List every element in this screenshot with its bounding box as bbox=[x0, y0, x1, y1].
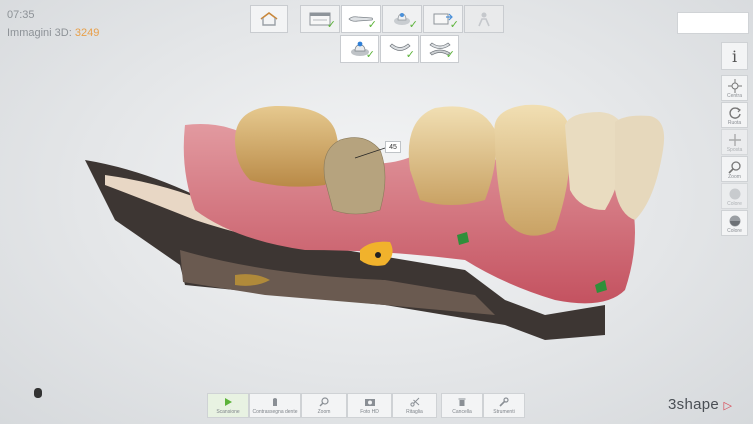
move-icon bbox=[728, 134, 741, 146]
check-icon: ✓ bbox=[405, 49, 415, 61]
check-icon: ✓ bbox=[449, 19, 459, 31]
step-patient[interactable] bbox=[464, 5, 504, 33]
substep-antagonist[interactable]: ✓ bbox=[380, 35, 419, 63]
3d-scan-model[interactable] bbox=[85, 100, 685, 350]
scan-marker-dot bbox=[375, 252, 381, 258]
color-label: Colore bbox=[727, 228, 742, 234]
tooth-number-label: 45 bbox=[385, 141, 401, 153]
brand-triangle-icon: ▷ bbox=[723, 400, 733, 412]
zoom-tool-button[interactable]: Zoom bbox=[301, 393, 347, 418]
patient-name-box bbox=[677, 12, 749, 34]
check-icon: ✓ bbox=[367, 19, 377, 31]
trim-label: Ritaglia bbox=[406, 409, 423, 415]
mark-tooth-button[interactable]: Contrassegna dente bbox=[249, 393, 301, 418]
color-label: Colore bbox=[727, 201, 742, 207]
scan-tools-group: Scansione Contrassegna dente Zoom Foto H… bbox=[207, 393, 437, 418]
color-button[interactable]: Colore bbox=[721, 210, 748, 236]
substep-preparation[interactable]: ✓ bbox=[340, 35, 379, 63]
center-label: Centra bbox=[726, 93, 742, 99]
zoom-icon bbox=[727, 161, 741, 174]
rotate-label: Ruota bbox=[727, 120, 742, 126]
zoom-tool-label: Zoom bbox=[317, 409, 331, 415]
tooth-prepared-45 bbox=[323, 137, 386, 215]
center-button[interactable]: Centra bbox=[721, 75, 748, 101]
trash-icon bbox=[458, 398, 466, 406]
workflow-steps: ✓ ✓ ✓ ✓ bbox=[300, 5, 505, 33]
step-post-processing[interactable]: ✓ bbox=[382, 5, 422, 33]
tooth-molar bbox=[235, 105, 339, 187]
tooth-canine bbox=[494, 104, 571, 236]
brand-logo: 3shape ▷ bbox=[668, 396, 732, 413]
image-count-label: Immagini 3D: bbox=[7, 27, 72, 39]
clock-time: 07:35 bbox=[7, 9, 35, 21]
info-icon: i bbox=[731, 47, 738, 66]
move-label: Sposta bbox=[726, 147, 743, 153]
delete-label: Cancella bbox=[452, 409, 472, 415]
center-icon bbox=[727, 79, 742, 93]
tools-button[interactable]: Strumenti bbox=[483, 393, 525, 418]
hd-photo-button[interactable]: Foto HD bbox=[347, 393, 392, 418]
color-toggle-button[interactable]: Colore bbox=[721, 183, 748, 209]
scan-label: Scansione bbox=[216, 409, 240, 415]
person-icon bbox=[478, 12, 490, 27]
scissors-icon bbox=[409, 397, 419, 407]
scan-button[interactable]: Scansione bbox=[207, 393, 249, 418]
zoom-label: Zoom bbox=[728, 174, 741, 180]
view-toolbar: i Centra Ruota Sposta Zoom Colore Colore bbox=[721, 42, 748, 237]
color-sphere-icon bbox=[729, 188, 740, 200]
step-scan[interactable]: ✓ bbox=[341, 5, 381, 33]
mouse-icon bbox=[34, 388, 42, 398]
zoom-button[interactable]: Zoom bbox=[721, 156, 748, 182]
move-button[interactable]: Sposta bbox=[721, 129, 748, 155]
check-icon: ✓ bbox=[408, 19, 418, 31]
main-toolbar: Scansione Contrassegna dente Zoom Foto H… bbox=[207, 393, 529, 418]
home-icon bbox=[260, 12, 278, 26]
camera-icon bbox=[364, 399, 375, 406]
rotate-icon bbox=[728, 107, 741, 119]
wrench-icon bbox=[499, 397, 509, 407]
substep-bite[interactable]: ✓ bbox=[420, 35, 459, 63]
check-icon: ✓ bbox=[445, 49, 455, 61]
hd-photo-label: Foto HD bbox=[360, 409, 379, 415]
zoom-icon bbox=[319, 397, 329, 407]
edit-tools-group: Cancella Strumenti bbox=[441, 393, 525, 418]
step-order-info[interactable]: ✓ bbox=[300, 5, 340, 33]
color-sphere-icon bbox=[729, 215, 740, 227]
tooth-premolar bbox=[408, 106, 497, 205]
play-icon bbox=[225, 398, 232, 406]
home-button[interactable] bbox=[250, 5, 288, 33]
scan-substeps: ✓ ✓ ✓ bbox=[340, 35, 460, 63]
step-send[interactable]: ✓ bbox=[423, 5, 463, 33]
info-button[interactable]: i bbox=[721, 42, 748, 70]
image-count: Immagini 3D: 3249 bbox=[7, 27, 99, 39]
tools-label: Strumenti bbox=[493, 409, 515, 415]
tooth-mark-icon bbox=[273, 398, 277, 406]
brand-logo-text: 3shape bbox=[668, 396, 720, 413]
check-icon: ✓ bbox=[326, 19, 336, 31]
mark-tooth-label: Contrassegna dente bbox=[252, 409, 298, 415]
trim-button[interactable]: Ritaglia bbox=[392, 393, 437, 418]
tooth-incisor-2 bbox=[615, 115, 665, 220]
delete-button[interactable]: Cancella bbox=[441, 393, 483, 418]
image-count-value: 3249 bbox=[74, 27, 100, 39]
rotate-button[interactable]: Ruota bbox=[721, 102, 748, 128]
check-icon: ✓ bbox=[365, 49, 375, 61]
